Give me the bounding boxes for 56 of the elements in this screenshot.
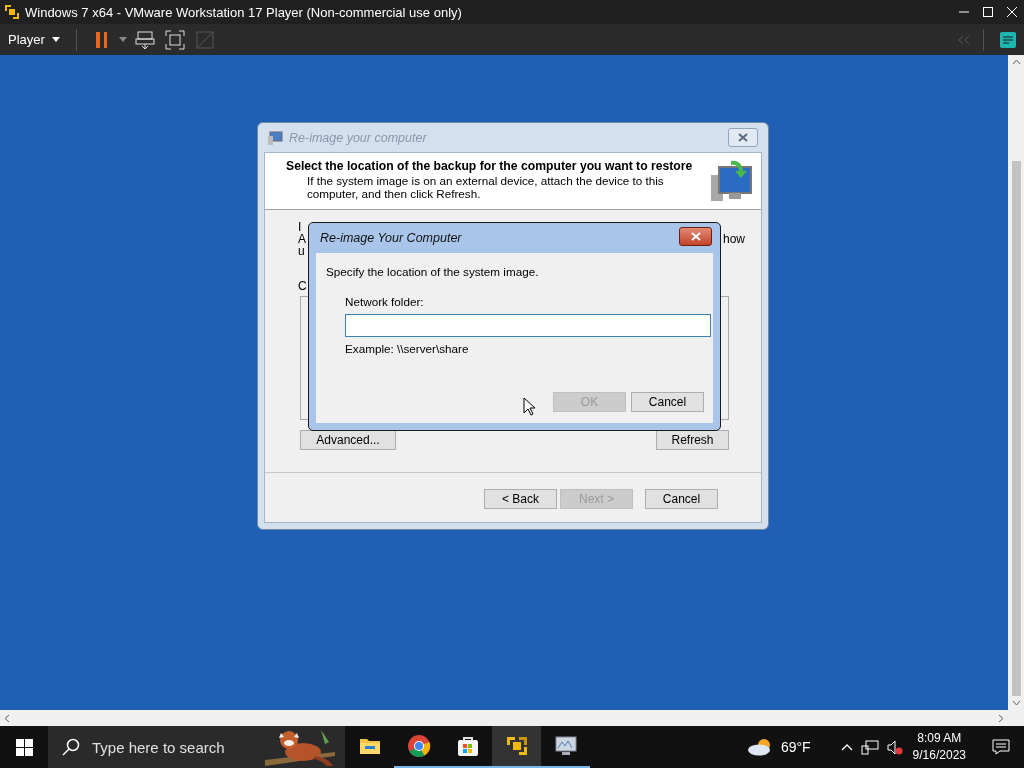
notifications-icon[interactable] — [992, 739, 1010, 755]
search-field[interactable]: Type here to search — [92, 738, 262, 756]
browser-icon — [406, 734, 431, 758]
obscured-text: u — [298, 245, 306, 257]
monitor-icon — [553, 735, 578, 757]
obscured-text: C — [298, 280, 307, 292]
dialog-title: Re-image Your Computer — [320, 231, 463, 245]
caret-icon[interactable] — [118, 37, 127, 42]
close-icon — [738, 133, 748, 142]
scroll-down-icon[interactable] — [1011, 700, 1021, 706]
prompt-text: Specify the location of the system image. — [326, 265, 540, 278]
wizard-description: If the system image is on an external device, attach the device to this computer, and then click Refresh. — [307, 174, 665, 200]
field-label: Network folder: — [345, 295, 425, 308]
windows-logo-icon — [15, 738, 33, 756]
caret-icon — [51, 37, 60, 42]
wizard-heading: Select the location of the backup for the computer you want to restore — [286, 159, 694, 173]
obscured-text: A — [298, 233, 307, 245]
maximize-icon — [983, 7, 993, 17]
volume-muted-icon[interactable] — [886, 739, 903, 755]
network-icon[interactable] — [860, 739, 879, 755]
refresh-button[interactable]: Refresh — [656, 430, 729, 450]
weather-temperature: 69°F — [780, 739, 811, 755]
fullscreen-icon[interactable] — [162, 27, 187, 52]
obscured-text: how — [723, 233, 745, 245]
dialog-title: Re-image your computer — [289, 130, 428, 145]
cancel-button[interactable]: Cancel — [631, 392, 704, 412]
store-bag-icon — [456, 735, 479, 757]
close-button[interactable] — [679, 226, 712, 246]
advanced-button[interactable]: Advanced... — [300, 430, 396, 450]
folder-icon — [358, 737, 381, 755]
scroll-left-icon[interactable] — [4, 713, 10, 723]
mouse-cursor-icon — [523, 397, 535, 416]
search-icon — [62, 738, 80, 756]
scroll-right-icon[interactable] — [998, 713, 1004, 723]
close-icon — [690, 231, 701, 241]
weather-cloud-icon — [746, 738, 773, 756]
scroll-up-icon[interactable] — [1011, 59, 1021, 65]
pause-icon — [94, 31, 107, 48]
clock[interactable]: 8:09 AM 9/16/2023 — [912, 730, 966, 764]
window-title: Windows 7 x64 - VMware Workstation 17 Player (Non-commercial use only) — [25, 4, 463, 20]
scrollbar-thumb[interactable] — [1011, 161, 1021, 696]
player-menu[interactable]: Player — [8, 27, 64, 52]
vmware-logo-icon — [4, 4, 20, 20]
vmware-logo-icon — [504, 734, 529, 758]
back-button[interactable]: < Back — [484, 489, 557, 509]
computer-icon — [267, 129, 283, 146]
taskbar-app-button[interactable] — [492, 726, 541, 768]
obscured-text: I — [298, 221, 303, 233]
chevron-up-icon[interactable] — [840, 743, 853, 751]
computer-restore-icon — [711, 159, 753, 203]
close-icon — [1007, 7, 1017, 17]
cancel-button[interactable]: Cancel — [645, 489, 718, 509]
example-text: Example: \\server\share — [345, 342, 470, 355]
network-folder-field[interactable] — [345, 314, 711, 337]
search-box[interactable]: Type here to search — [48, 726, 345, 768]
minimize-icon — [959, 11, 969, 13]
